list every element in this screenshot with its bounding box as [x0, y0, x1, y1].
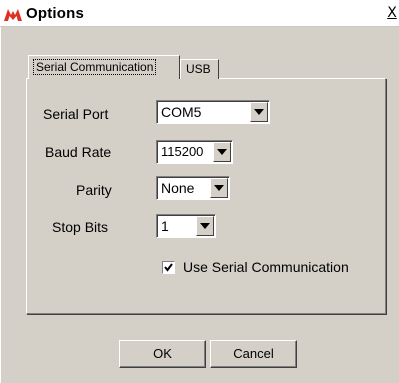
- microchip-logo-icon: [4, 9, 22, 21]
- tab-usb[interactable]: USB: [180, 59, 219, 79]
- tab-serial-communication-label: Serial Communication: [33, 59, 157, 75]
- window-title: Options: [26, 5, 85, 22]
- ok-button[interactable]: OK: [119, 340, 206, 368]
- close-button[interactable]: X: [385, 5, 399, 21]
- tab-usb-label: USB: [186, 62, 211, 76]
- close-icon: X: [387, 5, 397, 21]
- cancel-button[interactable]: Cancel: [210, 340, 297, 368]
- window-edge: [0, 27, 1, 383]
- tab-serial-communication[interactable]: Serial Communication: [28, 55, 180, 79]
- title-bar[interactable]: Options X: [0, 0, 399, 27]
- serial-communication-panel: [26, 78, 386, 314]
- options-dialog: Options X Serial Communication USB Seria…: [0, 0, 399, 383]
